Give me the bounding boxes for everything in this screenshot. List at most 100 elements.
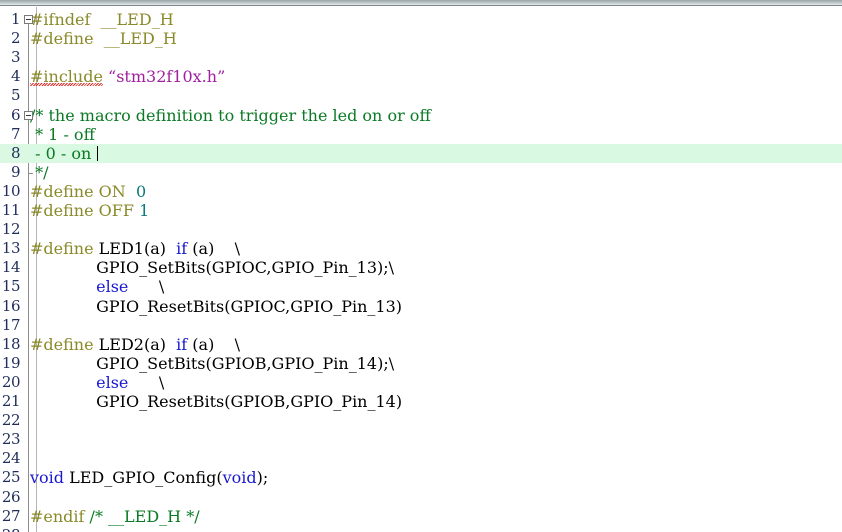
code-line[interactable]: 18 #define LED2(a) if (a) \	[0, 335, 842, 354]
code-line[interactable]: 4 #include “stm32f10x.h”	[0, 67, 842, 86]
code-line[interactable]: 17	[0, 316, 842, 335]
code-token-keyword: void	[30, 468, 65, 488]
code-token-pre: #define	[30, 239, 99, 259]
code-line[interactable]: 2 #define __LED_H	[0, 29, 842, 48]
code-token-pre: #define __LED_H	[30, 29, 177, 49]
code-token-pre: #include	[30, 67, 103, 87]
line-number: 3	[10, 48, 21, 67]
line-number: 2	[10, 29, 21, 48]
code-line[interactable]: 21 GPIO_ResetBits(GPIOB,GPIO_Pin_14)	[0, 392, 842, 411]
code-line-text[interactable]: void LED_GPIO_Config(void);	[30, 468, 268, 487]
code-line[interactable]: 10 #define ON 0	[0, 182, 842, 201]
line-number: 26	[1, 487, 21, 506]
code-token-keyword: if	[176, 239, 188, 259]
code-token-keyword: if	[176, 334, 188, 354]
line-number: 21	[1, 392, 21, 410]
code-line-text[interactable]: #ifndef __LED_H	[30, 10, 174, 29]
code-line[interactable]: 20 else \	[0, 373, 842, 392]
code-line-text[interactable]: #define LED2(a) if (a) \	[30, 335, 240, 354]
code-token-plain: GPIO_SetBits(GPIOC,GPIO_Pin_13);\	[30, 258, 395, 278]
code-line-text[interactable]: #define __LED_H	[30, 29, 177, 48]
line-number: 27	[1, 506, 21, 525]
code-line-text[interactable]: * 1 - off	[30, 125, 95, 144]
code-line[interactable]: 22	[0, 411, 842, 430]
line-number: 23	[1, 430, 21, 449]
code-token-comment: * 1 - off	[30, 124, 95, 144]
code-line-text[interactable]: #define LED1(a) if (a) \	[30, 239, 240, 258]
code-token-keyword: else	[96, 372, 129, 392]
code-token-plain: (a) \	[187, 239, 241, 259]
code-token-plain: (a) \	[187, 334, 241, 354]
code-token-plain: \	[128, 277, 165, 297]
code-line[interactable]: 6 /* the macro definition to trigger the …	[0, 106, 842, 125]
code-line-text[interactable]: #endif /* __LED_H */	[30, 507, 200, 526]
code-line[interactable]: 14 GPIO_SetBits(GPIOC,GPIO_Pin_13);\	[0, 258, 842, 277]
code-line-text[interactable]: GPIO_ResetBits(GPIOC,GPIO_Pin_13)	[30, 297, 402, 316]
code-token-number: 0	[135, 181, 147, 201]
code-token-keyword: else	[96, 277, 129, 297]
code-token-pre: #endif	[30, 506, 90, 526]
code-line[interactable]: 16 GPIO_ResetBits(GPIOC,GPIO_Pin_13)	[0, 297, 842, 316]
line-number: 15	[1, 277, 21, 296]
code-token-plain: GPIO_SetBits(GPIOB,GPIO_Pin_14);\	[30, 353, 395, 373]
code-line-text[interactable]: - 0 - on	[30, 144, 91, 163]
code-token-plain: LED1(a)	[98, 239, 177, 259]
line-number: 5	[10, 86, 21, 105]
code-line-text[interactable]: GPIO_SetBits(GPIOB,GPIO_Pin_14);\	[30, 354, 394, 373]
code-line[interactable]: 15 else \	[0, 277, 842, 296]
code-line-text[interactable]: #define OFF 1	[30, 201, 149, 220]
line-number: 7	[10, 124, 21, 143]
code-token-pre: #define OFF	[30, 201, 140, 220]
code-line[interactable]: 24	[0, 449, 842, 468]
code-line[interactable]: 11 #define OFF 1	[0, 201, 842, 220]
line-number: 25	[1, 468, 21, 487]
line-number: 11	[1, 201, 21, 219]
code-line[interactable]: 9 */	[0, 163, 842, 182]
line-number: 20	[1, 372, 21, 391]
line-number: 13	[1, 239, 21, 258]
line-number: 6	[10, 105, 21, 124]
line-number: 14	[1, 258, 21, 277]
code-token-pre: #ifndef __LED_H	[30, 10, 174, 29]
code-line[interactable]: 1 #ifndef __LED_H	[0, 10, 842, 29]
code-line-text[interactable]: /* the macro definition to trigger the l…	[30, 106, 431, 125]
line-number: 19	[1, 353, 21, 372]
code-token-number: 1	[139, 201, 150, 220]
code-token-plain: LED2(a)	[98, 334, 177, 354]
line-number: 28	[0, 526, 21, 532]
code-line[interactable]: 25 void LED_GPIO_Config(void);	[0, 468, 842, 487]
fold-collapse-icon[interactable]	[24, 110, 33, 120]
code-line-text[interactable]: GPIO_ResetBits(GPIOB,GPIO_Pin_14)	[30, 392, 402, 411]
code-token-plain: );	[256, 468, 269, 488]
code-line[interactable]: 13 #define LED1(a) if (a) \	[0, 239, 842, 258]
text-caret	[97, 145, 99, 161]
code-line-text[interactable]: GPIO_SetBits(GPIOC,GPIO_Pin_13);\	[30, 258, 394, 277]
code-editing-surface[interactable]: 1 #ifndef __LED_H 2 #define __LED_H 3 4 #inclu…	[0, 7, 842, 532]
code-line[interactable]: 27 #endif /* __LED_H */	[0, 507, 842, 526]
line-number: 4	[10, 67, 21, 86]
code-line[interactable]: 26	[0, 488, 842, 507]
code-line[interactable]: 12	[0, 220, 842, 239]
fold-collapse-icon[interactable]	[24, 15, 33, 24]
code-line[interactable]: 3	[0, 48, 842, 67]
code-line[interactable]: 19 GPIO_SetBits(GPIOB,GPIO_Pin_14);\	[0, 354, 842, 373]
code-line-text[interactable]: #define ON 0	[30, 182, 146, 201]
line-number: 18	[1, 334, 21, 353]
code-line-text[interactable]: #include “stm32f10x.h”	[30, 67, 225, 86]
editor-top-strip	[0, 0, 842, 6]
line-number: 8	[10, 143, 21, 162]
line-number: 16	[1, 296, 21, 315]
code-token-keyword: void	[222, 468, 257, 488]
code-line-text[interactable]: else \	[30, 373, 164, 392]
code-line[interactable]: 7 * 1 - off	[0, 125, 842, 144]
code-line[interactable]: 28	[0, 526, 842, 532]
code-editor-window: 1 #ifndef __LED_H 2 #define __LED_H 3 4 #inclu…	[0, 0, 842, 532]
code-line[interactable]: 8 - 0 - on	[0, 143, 842, 163]
code-line-text[interactable]: else \	[30, 277, 164, 296]
code-line[interactable]: 23	[0, 430, 842, 449]
code-line[interactable]: 5	[0, 86, 842, 105]
code-token-string: “stm32f10x.h”	[108, 67, 226, 87]
code-token-pre: #define	[30, 334, 99, 354]
